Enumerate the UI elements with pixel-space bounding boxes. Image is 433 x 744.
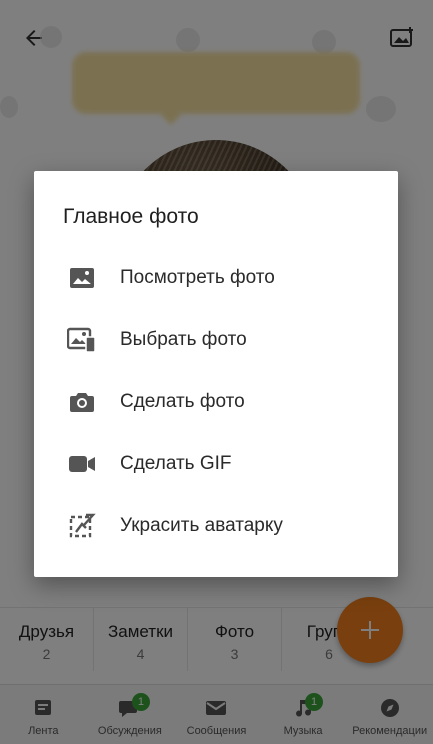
camera-icon bbox=[67, 389, 97, 415]
menu-item-label: Сделать GIF bbox=[120, 453, 232, 474]
menu-item-label: Выбрать фото bbox=[120, 329, 247, 350]
image-icon bbox=[67, 265, 97, 291]
menu-item-label: Украсить аватарку bbox=[120, 515, 283, 536]
main-photo-dialog: Главное фото Посмотреть фото Выбрать фот… bbox=[34, 171, 398, 577]
dialog-title: Главное фото bbox=[63, 205, 199, 228]
gallery-device-icon bbox=[67, 327, 97, 353]
menu-item-choose-photo[interactable]: Выбрать фото bbox=[34, 309, 398, 371]
decorate-avatar-icon bbox=[67, 513, 97, 539]
video-camera-icon bbox=[67, 451, 97, 477]
menu-item-label: Посмотреть фото bbox=[120, 267, 275, 288]
menu-item-view-photo[interactable]: Посмотреть фото bbox=[34, 247, 398, 309]
menu-item-make-gif[interactable]: Сделать GIF bbox=[34, 433, 398, 495]
menu-item-take-photo[interactable]: Сделать фото bbox=[34, 371, 398, 433]
menu-item-decorate-avatar[interactable]: Украсить аватарку bbox=[34, 495, 398, 557]
menu-item-label: Сделать фото bbox=[120, 391, 245, 412]
